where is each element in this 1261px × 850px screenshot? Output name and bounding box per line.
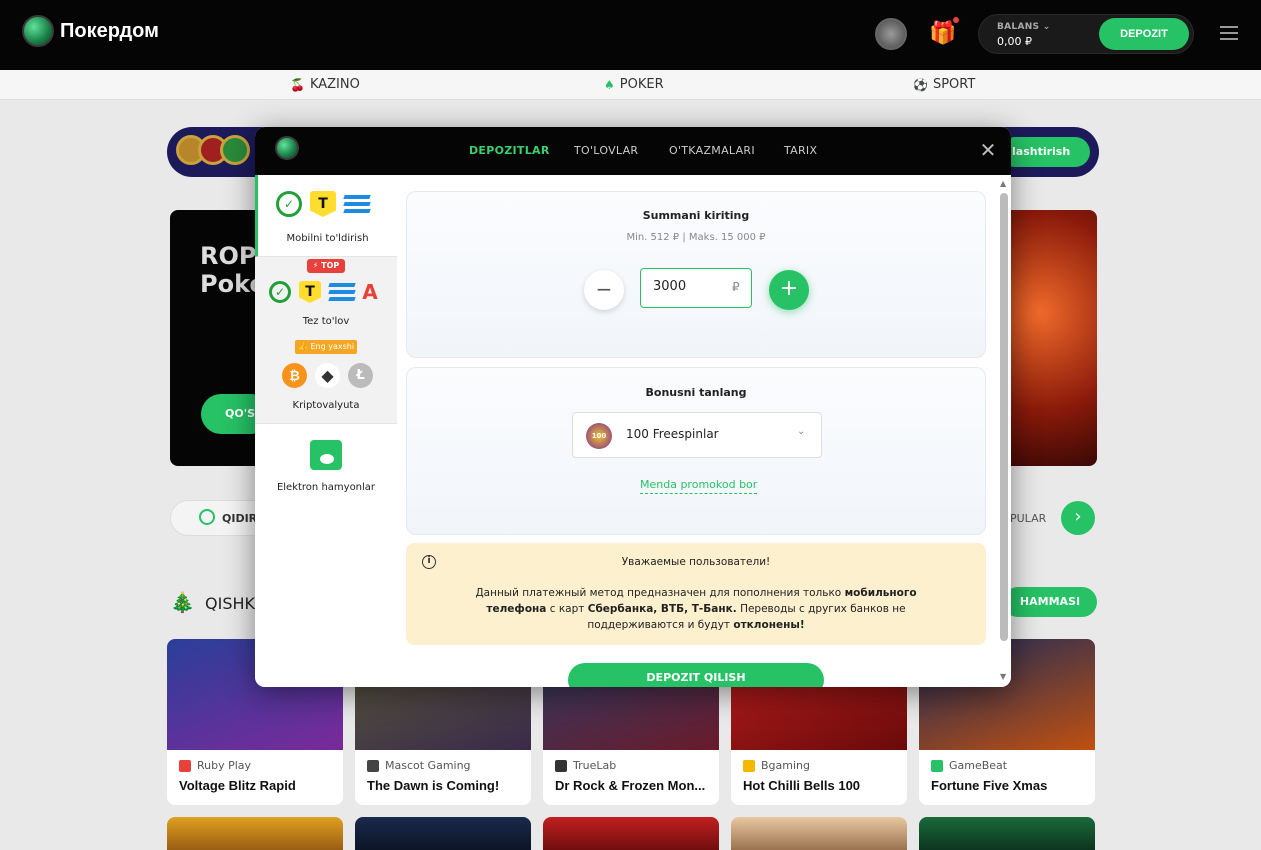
decrease-button[interactable]: − <box>584 270 624 310</box>
scrollbar[interactable]: ▲ ▼ <box>997 175 1011 687</box>
currency-sign: ₽ <box>732 280 740 294</box>
game-name: The Dawn is Coming! <box>367 778 500 793</box>
game-name: Dr Rock & Frozen Mon... <box>555 778 706 793</box>
best-badge: 👍 Eng yaxshi <box>295 340 357 354</box>
amount-panel: Summani kiriting Min. 512 ₽ | Maks. 15 0… <box>406 191 986 358</box>
fire-icon: ⚡ <box>312 261 319 270</box>
site-logo[interactable]: Покердом <box>22 15 159 47</box>
scroll-down-icon[interactable]: ▼ <box>1000 672 1006 681</box>
method-crypto[interactable]: ₿ ◆ Ł <box>282 363 373 388</box>
thumbs-up-icon: 👍 <box>297 342 308 351</box>
main-nav: 🍒 KAZINO ♠ POKER ⚽ SPORT <box>0 70 1261 100</box>
balance-value: 0,00 ₽ <box>997 35 1032 48</box>
logo-icon <box>275 136 299 160</box>
litecoin-icon: Ł <box>348 363 373 388</box>
popular-filter[interactable]: PULAR <box>1010 512 1046 525</box>
alfa-icon: A <box>362 280 378 304</box>
game-name: Hot Chilli Bells 100 <box>743 778 861 793</box>
hero-banner-right[interactable] <box>1000 210 1097 466</box>
chevron-right-icon[interactable]: › <box>1061 501 1095 535</box>
bonus-panel: Bonusni tanlang 100 100 Freespinlar ⌄ Me… <box>406 367 986 535</box>
game-card[interactable] <box>355 817 531 850</box>
scroll-up-icon[interactable]: ▲ <box>1000 179 1006 188</box>
payment-methods-list: ✓ T Mobilni to'ldirish ✓ T A Tez to'lov … <box>255 175 397 687</box>
spade-icon: ♠ <box>604 77 615 92</box>
ball-icon: ⚽ <box>913 77 928 92</box>
chips-image <box>176 135 250 165</box>
chevron-down-icon: ⌄ <box>1042 22 1051 32</box>
balance-label: BALANS ⌄ <box>997 22 1051 32</box>
vtb-icon <box>343 191 371 217</box>
gift-icon[interactable]: 🎁 <box>929 20 957 48</box>
logo-text: Покердом <box>60 19 159 42</box>
tab-tarix[interactable]: TARIX <box>784 144 817 157</box>
bonus-selected: 100 Freespinlar <box>626 427 719 441</box>
ethereum-icon: ◆ <box>315 363 340 388</box>
tbank-icon: T <box>310 191 336 217</box>
balance-box[interactable]: BALANS ⌄ 0,00 ₽ DEPOZIT <box>978 14 1194 54</box>
all-games-button[interactable]: HAMMASI <box>1003 587 1097 617</box>
wallet-icon <box>310 440 342 470</box>
tab-otkazmalari[interactable]: O'TKAZMALARI <box>669 144 755 157</box>
sber-icon: ✓ <box>269 281 291 303</box>
game-name: Voltage Blitz Rapid <box>179 778 296 793</box>
game-card[interactable] <box>731 817 907 850</box>
tab-depozitlar[interactable]: DEPOZITLAR <box>469 144 550 157</box>
amount-input[interactable] <box>653 279 723 294</box>
top-badge: ⚡ TOP <box>307 259 345 273</box>
tbank-icon: T <box>299 281 321 303</box>
method-ewallet[interactable]: Elektron hamyonlar <box>255 424 397 504</box>
nav-item-poker[interactable]: ♠ POKER <box>604 77 664 92</box>
increase-button[interactable]: + <box>769 270 809 310</box>
game-card[interactable] <box>167 817 343 850</box>
game-card[interactable] <box>543 817 719 850</box>
chevron-down-icon: ⌄ <box>797 426 806 437</box>
nav-item-kazino[interactable]: 🍒 KAZINO <box>290 77 360 92</box>
game-card[interactable] <box>919 817 1095 850</box>
sber-icon: ✓ <box>276 191 302 217</box>
menu-icon[interactable] <box>1220 22 1238 44</box>
bitcoin-icon: ₿ <box>282 363 307 388</box>
search-icon <box>199 509 215 525</box>
strip-button[interactable]: lashtirish <box>1000 137 1090 167</box>
logo-ball-icon <box>22 15 54 47</box>
user-avatar[interactable] <box>875 18 907 50</box>
tree-icon: 🎄 <box>170 590 195 614</box>
notice-title: Уважаемые пользователи! <box>621 556 771 568</box>
scroll-thumb[interactable] <box>1000 193 1008 641</box>
tab-tolovlar[interactable]: TO'LOVLAR <box>574 144 638 157</box>
nav-item-sport[interactable]: ⚽ SPORT <box>913 77 975 92</box>
cherry-icon: 🍒 <box>290 77 305 92</box>
method-fast[interactable]: ✓ T A <box>269 279 378 305</box>
deposit-modal: DEPOZITLAR TO'LOVLAR O'TKAZMALARI TARIX … <box>255 127 1011 687</box>
method-mobile[interactable]: ✓ T Mobilni to'ldirish <box>255 175 397 257</box>
notification-dot <box>953 17 959 23</box>
bonus-title: Bonusni tanlang <box>645 386 747 399</box>
search-label: QIDIR <box>222 512 258 525</box>
section-title: QISHK <box>205 594 255 613</box>
game-name: Fortune Five Xmas <box>931 778 1048 793</box>
bonus-select[interactable]: 100 100 Freespinlar ⌄ <box>572 412 822 458</box>
freespin-icon: 100 <box>586 423 612 449</box>
amount-limits: Min. 512 ₽ | Maks. 15 000 ₽ <box>626 232 766 243</box>
modal-header: DEPOZITLAR TO'LOVLAR O'TKAZMALARI TARIX … <box>255 127 1011 175</box>
promo-code-link[interactable]: Menda promokod bor <box>640 478 758 494</box>
deposit-form: Summani kiriting Min. 512 ₽ | Maks. 15 0… <box>397 175 1000 687</box>
notice-box: i Уважаемые пользователи! Данный платежн… <box>406 543 986 645</box>
close-icon[interactable]: ✕ <box>979 140 997 160</box>
amount-field[interactable]: ₽ <box>640 268 752 308</box>
header-deposit-button[interactable]: DEPOZIT <box>1099 18 1189 50</box>
amount-title: Summani kiriting <box>642 209 750 222</box>
deposit-submit-button[interactable]: DEPOZIT QILISH <box>568 663 824 687</box>
notice-body: Данный платежный метод предназначен для … <box>475 587 917 631</box>
vtb-icon <box>328 279 356 305</box>
